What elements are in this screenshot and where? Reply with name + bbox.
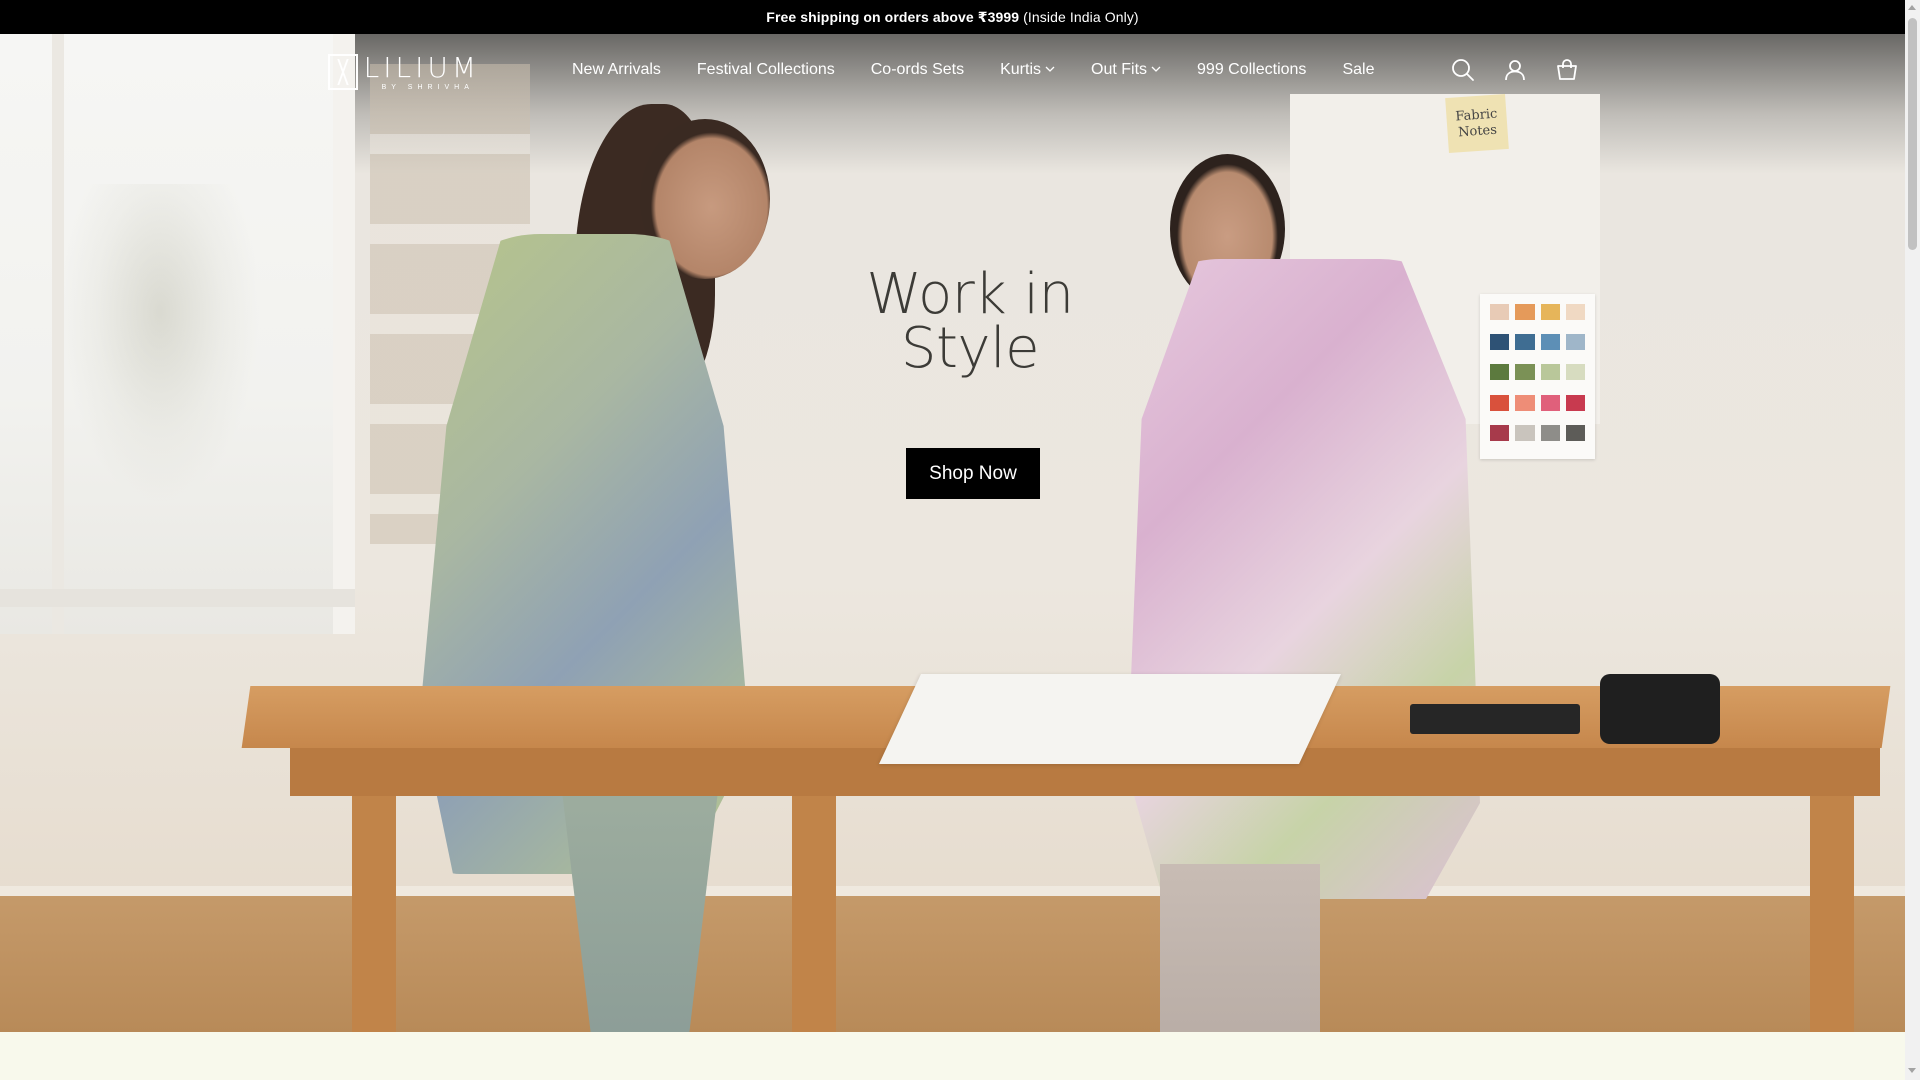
scroll-up-icon[interactable]: [1908, 5, 1916, 10]
scroll-thumb[interactable]: [1908, 18, 1917, 250]
notebook: [1410, 704, 1580, 734]
nav-co-ords-sets[interactable]: Co-ords Sets: [871, 61, 964, 79]
hero-banner[interactable]: Fabric Notes: [0, 34, 1905, 1032]
account-button[interactable]: [1502, 57, 1528, 83]
table-leg: [792, 796, 836, 1032]
page-scrollbar[interactable]: [1905, 0, 1920, 1080]
search-button[interactable]: [1450, 57, 1476, 83]
chevron-down-icon: [1045, 66, 1055, 72]
next-section-strip: [0, 1032, 1905, 1080]
announcement-bar: Free shipping on orders above ₹3999 (Ins…: [0, 0, 1905, 34]
cart-icon: [1557, 59, 1577, 80]
camera: [1600, 674, 1720, 744]
sketch-papers: [879, 674, 1341, 764]
announcement-rest-text: (Inside India Only): [1023, 9, 1139, 25]
scroll-down-icon[interactable]: [1908, 1068, 1916, 1073]
table-leg: [1810, 796, 1854, 1032]
site-header: LILIUM BY SHRIVHA New Arrivals Festival …: [0, 34, 1905, 106]
account-icon: [1505, 60, 1525, 81]
color-swatch-card: [1480, 294, 1595, 459]
logo-sub: BY SHRIVHA: [381, 83, 474, 91]
main-menu: New Arrivals Festival Collections Co-ord…: [572, 34, 1410, 106]
chevron-down-icon: [1151, 66, 1161, 72]
logo-word: LILIUM: [363, 50, 480, 84]
brand-logo[interactable]: LILIUM BY SHRIVHA: [328, 52, 480, 92]
hero-window: [0, 34, 355, 634]
hero-title: Work in Style: [866, 262, 1074, 381]
hero-floor: [0, 894, 1905, 1032]
shop-now-button[interactable]: Shop Now: [906, 448, 1040, 499]
search-icon: [1452, 59, 1474, 81]
announcement-bold-text: Free shipping on orders above ₹3999: [766, 8, 1020, 25]
nav-new-arrivals[interactable]: New Arrivals: [572, 61, 661, 79]
model-right-outfit: [1127, 259, 1480, 899]
hero-plant: [60, 184, 260, 504]
logo-mark-icon: [328, 54, 358, 90]
table-leg: [352, 796, 396, 1032]
nav-festival-collections[interactable]: Festival Collections: [697, 61, 835, 79]
cart-button[interactable]: [1554, 57, 1580, 83]
nav-out-fits[interactable]: Out Fits: [1091, 61, 1161, 79]
nav-999-collections[interactable]: 999 Collections: [1197, 61, 1306, 79]
nav-sale[interactable]: Sale: [1342, 61, 1374, 79]
header-icons: [1450, 56, 1580, 84]
model-right-pants: [1160, 864, 1320, 1032]
nav-kurtis[interactable]: Kurtis: [1000, 61, 1055, 79]
